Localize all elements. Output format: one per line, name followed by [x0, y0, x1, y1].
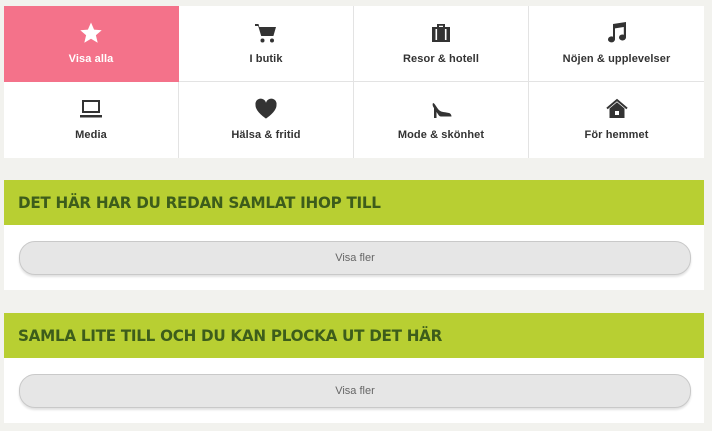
- category-grid: Visa alla I butik Resor & hotell Nöjen &…: [4, 6, 704, 158]
- category-halsa-fritid[interactable]: Hälsa & fritid: [179, 82, 354, 158]
- category-label: Hälsa & fritid: [231, 129, 301, 141]
- category-label: Mode & skönhet: [397, 129, 485, 141]
- category-nojen-upplevelser[interactable]: Nöjen & upplevelser: [529, 6, 704, 82]
- music-note-icon: [604, 20, 630, 46]
- section-header: DET HÄR HAR DU REDAN SAMLAT IHOP TILL: [4, 180, 704, 225]
- category-label: För hemmet: [584, 129, 649, 141]
- show-more-button[interactable]: Visa fler: [19, 374, 691, 408]
- section-header: SAMLA LITE TILL OCH DU KAN PLOCKA UT DET…: [4, 313, 704, 358]
- category-for-hemmet[interactable]: För hemmet: [529, 82, 704, 158]
- section-title: SAMLA LITE TILL OCH DU KAN PLOCKA UT DET…: [18, 326, 443, 345]
- category-label: Media: [75, 129, 107, 141]
- category-i-butik[interactable]: I butik: [179, 6, 354, 82]
- collected-offers-panel: DET HÄR HAR DU REDAN SAMLAT IHOP TILL Vi…: [4, 180, 704, 290]
- category-visa-alla[interactable]: Visa alla: [4, 6, 179, 82]
- cart-icon: [253, 20, 279, 46]
- category-label: I butik: [249, 53, 283, 65]
- high-heel-icon: [428, 96, 454, 122]
- show-more-button[interactable]: Visa fler: [19, 241, 691, 275]
- section-title: DET HÄR HAR DU REDAN SAMLAT IHOP TILL: [18, 193, 381, 212]
- category-label: Visa alla: [68, 53, 114, 65]
- house-icon: [604, 96, 630, 122]
- laptop-icon: [78, 96, 104, 122]
- collect-more-panel: SAMLA LITE TILL OCH DU KAN PLOCKA UT DET…: [4, 313, 704, 423]
- category-mode-skonhet[interactable]: Mode & skönhet: [354, 82, 529, 158]
- heart-icon: [253, 96, 279, 122]
- category-media[interactable]: Media: [4, 82, 179, 158]
- category-label: Resor & hotell: [403, 53, 479, 65]
- category-resor-hotell[interactable]: Resor & hotell: [354, 6, 529, 82]
- category-label: Nöjen & upplevelser: [562, 53, 671, 65]
- suitcase-icon: [428, 20, 454, 46]
- star-icon: [78, 20, 104, 46]
